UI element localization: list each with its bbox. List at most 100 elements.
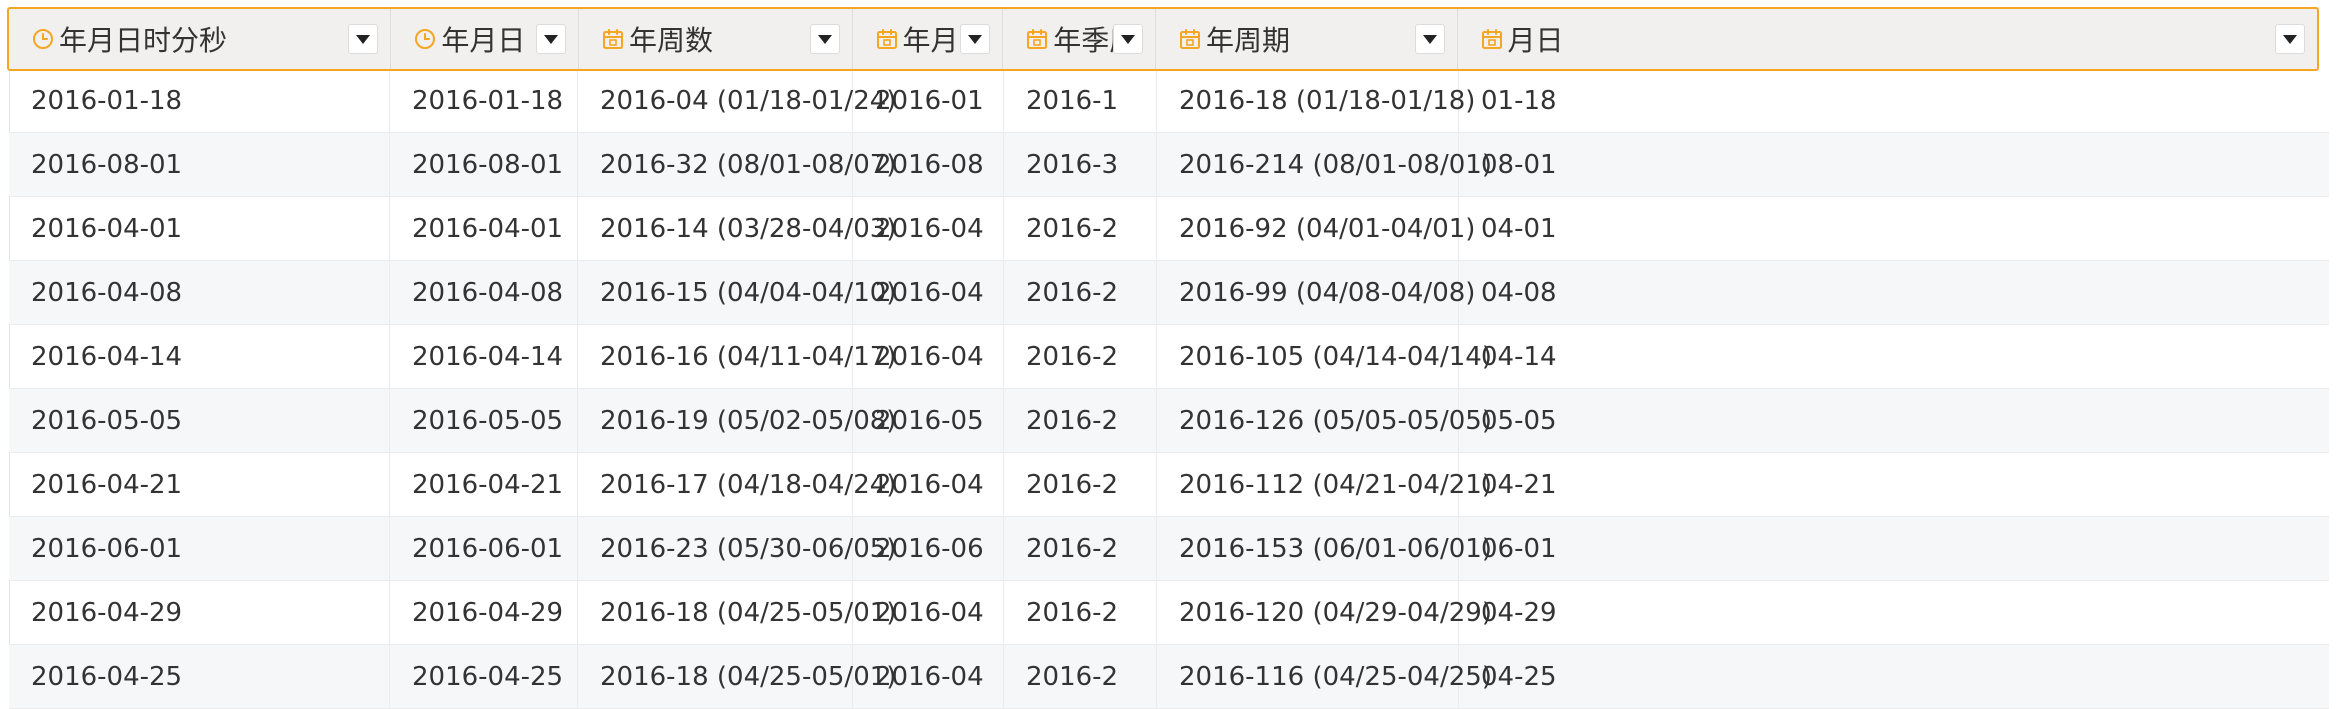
table-cell: 2016-01 xyxy=(853,69,1004,132)
table-cell: 2016-214 (08/01-08/01) xyxy=(1157,133,1492,196)
table-cell: 2016-17 (04/18-04/24) xyxy=(578,453,896,516)
table-cell: 04-08 xyxy=(1481,277,1557,308)
table-cell: 2016-126 (05/05-05/05) xyxy=(1157,389,1492,452)
column-header-7[interactable]: 月日 xyxy=(1458,9,2318,69)
column-dropdown-button[interactable] xyxy=(809,24,840,54)
table-cell: 2016-16 (04/11-04/17) xyxy=(578,325,896,388)
table-cell: 2016-2 xyxy=(1004,517,1157,580)
calendar-icon xyxy=(1178,27,1202,51)
table-cell: 2016-18 (01/18-01/18) xyxy=(1157,69,1475,132)
caret-down-icon xyxy=(817,34,832,44)
table-cell: 2016-105 (04/14-04/14) xyxy=(1157,325,1492,388)
caret-down-icon xyxy=(356,34,371,44)
table-cell: 2016-92 (04/01-04/01) xyxy=(1157,197,1475,260)
table-cell: 2016-04 xyxy=(853,197,1004,260)
column-dropdown-button[interactable] xyxy=(2275,24,2305,54)
table-cell: 2016-04-14 xyxy=(390,325,578,388)
table-cell: 2016-19 (05/02-05/08) xyxy=(578,389,896,452)
table-cell: 2016-04-29 xyxy=(9,581,390,644)
table-cell: 2016-05-05 xyxy=(9,389,390,452)
table-cell: 04-25 xyxy=(1481,661,1557,692)
table-row[interactable]: 2016-04-29 2016-04-29 2016-18 (04/25-05/01… xyxy=(9,581,2329,645)
column-header-label: 年月 xyxy=(902,24,959,57)
table-cell: 2016-04 xyxy=(853,581,1004,644)
column-header-5[interactable]: 年季度 xyxy=(1003,9,1157,69)
table-row[interactable]: 2016-04-25 2016-04-25 2016-18 (04/25-05/01… xyxy=(9,645,2329,709)
table-cell: 2016-04-01 xyxy=(9,197,390,260)
table-cell: 2016-112 (04/21-04/21) xyxy=(1157,453,1492,516)
table-cell: 06-01 xyxy=(1481,533,1557,564)
column-dropdown-button[interactable] xyxy=(1113,24,1144,54)
table-cell: 2016-04-01 xyxy=(390,197,578,260)
table-row[interactable]: 2016-08-01 2016-08-01 2016-32 (08/01-08/07… xyxy=(9,133,2329,197)
table-header: 年月日时分秒 年月日 年周数 年月 年季度 年周期 月日 xyxy=(7,7,2319,71)
table-cell: 04-29 xyxy=(1481,597,1557,628)
calendar-icon xyxy=(601,27,625,51)
table-cell: 2016-06-01 xyxy=(390,517,578,580)
table-cell: 2016-04-21 xyxy=(390,453,578,516)
column-header-label: 年周期 xyxy=(1206,24,1291,57)
table-cell: 04-14 xyxy=(1481,341,1557,372)
calendar-icon xyxy=(875,27,899,51)
column-header-label: 年周数 xyxy=(629,24,714,57)
table-cell: 2016-23 (05/30-06/05) xyxy=(578,517,896,580)
table-cell: 05-05 xyxy=(1481,405,1557,436)
table-cell: 2016-2 xyxy=(1004,453,1157,516)
table-row[interactable]: 2016-04-21 2016-04-21 2016-17 (04/18-04/24… xyxy=(9,453,2329,517)
table-row[interactable]: 2016-04-01 2016-04-01 2016-14 (03/28-04/03… xyxy=(9,197,2329,261)
column-dropdown-button[interactable] xyxy=(536,24,567,54)
table-cell: 04-21 xyxy=(1481,469,1557,500)
table-row[interactable]: 2016-04-08 2016-04-08 2016-15 (04/04-04/10… xyxy=(9,261,2329,325)
table-cell: 2016-04-25 xyxy=(390,645,578,708)
caret-down-icon xyxy=(1422,34,1437,44)
table-cell: 2016-04 (01/18-01/24) xyxy=(578,69,896,132)
caret-down-icon xyxy=(2283,34,2297,44)
table-cell: 2016-1 xyxy=(1004,69,1157,132)
column-header-3[interactable]: 年周数 xyxy=(579,9,853,69)
column-header-label: 月日 xyxy=(1507,24,1564,57)
table-cell: 2016-120 (04/29-04/29) xyxy=(1157,581,1492,644)
table-row[interactable]: 2016-05-05 2016-05-05 2016-19 (05/02-05/08… xyxy=(9,389,2329,453)
column-header-4[interactable]: 年月 xyxy=(853,9,1004,69)
table-cell: 2016-08 xyxy=(853,133,1004,196)
table-cell: 2016-04-29 xyxy=(390,581,578,644)
table-cell: 2016-08-01 xyxy=(390,133,578,196)
table-cell: 2016-04 xyxy=(853,453,1004,516)
table-cell: 2016-32 (08/01-08/07) xyxy=(578,133,896,196)
column-header-label: 年月日 xyxy=(441,24,526,57)
table-cell: 2016-15 (04/04-04/10) xyxy=(578,261,896,324)
table-cell: 2016-2 xyxy=(1004,261,1157,324)
column-header-2[interactable]: 年月日 xyxy=(391,9,580,69)
column-header-1[interactable]: 年月日时分秒 xyxy=(9,9,392,69)
caret-down-icon xyxy=(544,34,559,44)
column-header-6[interactable]: 年周期 xyxy=(1156,9,1458,69)
table-row[interactable]: 2016-04-14 2016-04-14 2016-16 (04/11-04/17… xyxy=(9,325,2329,389)
table-cell: 2016-2 xyxy=(1004,645,1157,708)
table-cell: 2016-2 xyxy=(1004,325,1157,388)
table-body: 2016-01-18 2016-01-18 2016-04 (01/18-01/24… xyxy=(9,69,2329,709)
data-grid: 年月日时分秒 年月日 年周数 年月 年季度 年周期 月日 2016-01-18 … xyxy=(0,0,2336,709)
table-cell: 2016-04-08 xyxy=(9,261,390,324)
calendar-icon xyxy=(1025,27,1049,51)
table-cell: 2016-04 xyxy=(853,261,1004,324)
table-row[interactable]: 2016-06-01 2016-06-01 2016-23 (05/30-06/05… xyxy=(9,517,2329,581)
table-cell: 2016-01-18 xyxy=(390,69,578,132)
table-row[interactable]: 2016-01-18 2016-01-18 2016-04 (01/18-01/24… xyxy=(9,69,2329,133)
table-cell: 2016-99 (04/08-04/08) xyxy=(1157,261,1475,324)
table-cell: 2016-01-18 xyxy=(9,69,390,132)
table-cell: 2016-2 xyxy=(1004,389,1157,452)
column-dropdown-button[interactable] xyxy=(1414,24,1445,54)
table-cell: 2016-05-05 xyxy=(390,389,578,452)
table-cell: 2016-18 (04/25-05/01) xyxy=(578,581,896,644)
column-dropdown-button[interactable] xyxy=(348,24,379,54)
table-cell: 2016-14 (03/28-04/03) xyxy=(578,197,896,260)
table-cell: 08-01 xyxy=(1481,149,1557,180)
column-dropdown-button[interactable] xyxy=(960,24,991,54)
table-cell: 2016-2 xyxy=(1004,197,1157,260)
column-header-label: 年月日时分秒 xyxy=(59,24,228,57)
table-cell: 2016-06-01 xyxy=(9,517,390,580)
caret-down-icon xyxy=(1121,34,1136,44)
caret-down-icon xyxy=(968,34,983,44)
table-cell: 01-18 xyxy=(1481,85,1557,116)
table-cell: 2016-153 (06/01-06/01) xyxy=(1157,517,1492,580)
